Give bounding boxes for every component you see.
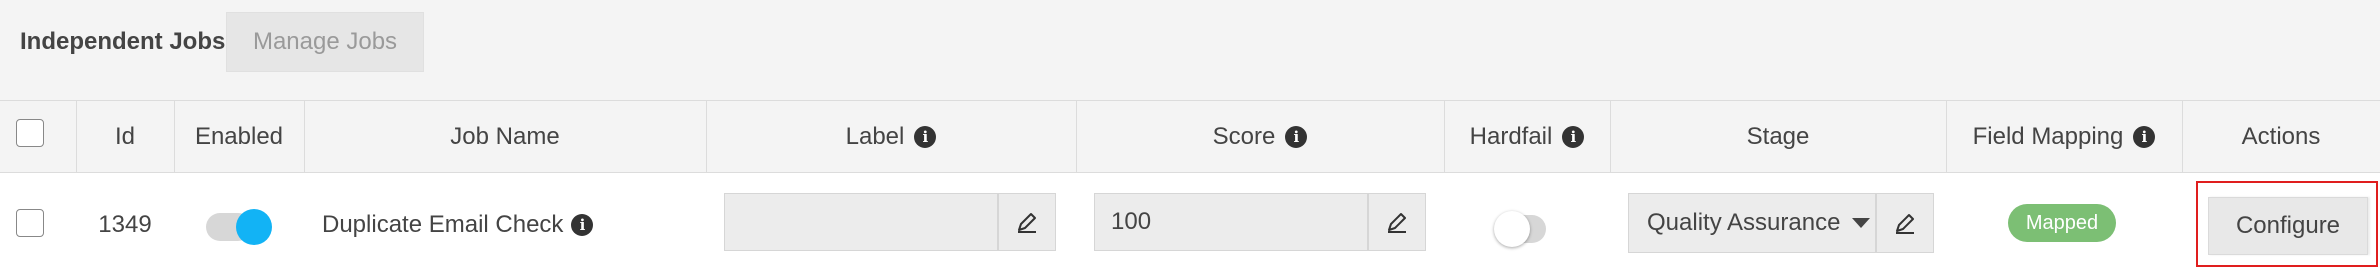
column-header-enabled-label: Enabled [194,123,284,150]
page-title: Independent Jobs [20,28,226,55]
row-select-checkbox[interactable] [16,209,44,237]
column-header-actions: Actions [2182,101,2380,173]
pencil-icon [1388,213,1406,233]
label-input[interactable] [724,193,998,251]
label-edit-button[interactable] [998,193,1056,251]
pencil-icon [1018,213,1036,233]
column-header-score-label: Score [1212,123,1276,150]
column-header-field-mapping-label: Field Mapping [1972,123,2124,150]
table-row: 1349 Duplicate Email Check i 100 Quality… [0,173,2380,279]
job-name-cell: Duplicate Email Check i [322,211,594,239]
info-icon[interactable]: i [1285,126,1308,148]
caret-down-icon [1852,218,1871,228]
jobs-table: Id Enabled Job Name Label i Score i Hard… [0,100,2380,279]
info-icon[interactable]: i [2133,126,2156,148]
column-header-stage: Stage [1610,101,1946,173]
column-header-enabled: Enabled [174,101,304,173]
info-icon[interactable]: i [914,126,937,148]
configure-button[interactable]: Configure [2208,197,2368,255]
pencil-icon [1896,214,1914,234]
field-mapping-status-badge[interactable]: Mapped [2008,204,2116,242]
column-header-hardfail: Hardfail i [1444,101,1610,173]
column-header-label: Label i [706,101,1076,173]
stage-select-value: Quality Assurance [1647,209,1841,236]
stage-select[interactable]: Quality Assurance [1628,193,1876,253]
stage-edit-button[interactable] [1876,193,1934,253]
score-edit-button[interactable] [1368,193,1426,251]
manage-jobs-button[interactable]: Manage Jobs [226,12,424,72]
enabled-toggle-knob[interactable] [236,209,272,245]
column-header-actions-label: Actions [2241,123,2321,150]
info-icon[interactable]: i [1562,126,1585,148]
column-header-label-label: Label [845,123,905,150]
score-input[interactable]: 100 [1094,193,1368,251]
column-header-job-name: Job Name [304,101,706,173]
column-header-hardfail-label: Hardfail [1469,123,1553,150]
job-id: 1349 [98,211,152,238]
info-icon[interactable]: i [571,214,594,236]
job-name: Duplicate Email Check [322,211,564,238]
jobs-toolbar: Independent Jobs Manage Jobs [0,0,2380,100]
select-all-checkbox[interactable] [16,119,44,147]
column-header-job-name-label: Job Name [450,123,560,150]
table-header-row: Id Enabled Job Name Label i Score i Hard… [0,101,2380,173]
hardfail-toggle-knob[interactable] [1494,211,1530,247]
column-header-score: Score i [1076,101,1444,173]
column-header-id-label: Id [114,123,135,150]
column-header-stage-label: Stage [1746,123,1810,150]
column-header-id: Id [76,101,174,173]
column-header-field-mapping: Field Mapping i [1946,101,2182,173]
